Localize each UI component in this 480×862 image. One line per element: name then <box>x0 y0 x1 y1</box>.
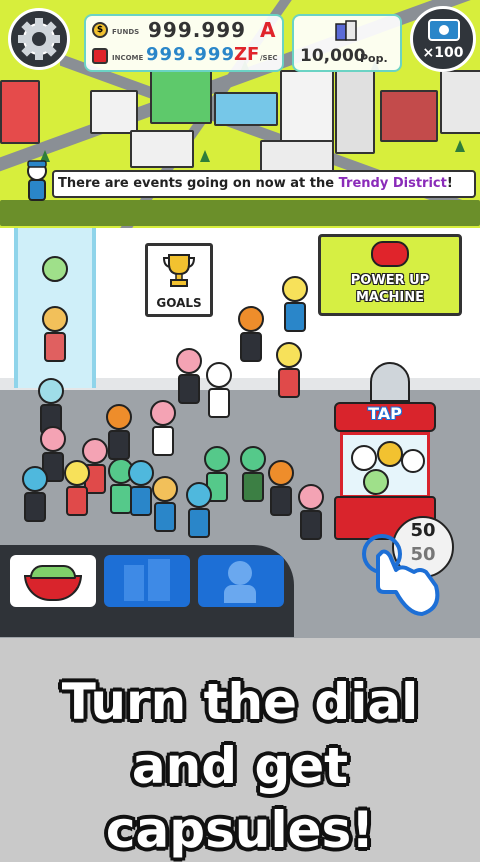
tap-label: TAP <box>368 404 402 423</box>
population-icon <box>335 20 357 41</box>
income-value: 999.999 <box>146 44 235 65</box>
gear-icon <box>18 18 60 60</box>
caption-line2: and get capsules! <box>105 737 375 859</box>
funds-income-panel: $ FUNDS 999.999 A INCOME 999.999 ZF /SEC <box>84 14 284 72</box>
capsule-window <box>340 432 430 498</box>
bottom-tab-bar <box>0 545 294 637</box>
tab-buildings[interactable] <box>104 555 190 607</box>
mascot-icon <box>27 160 47 201</box>
dial-button[interactable]: 50 50 <box>362 516 458 618</box>
power-up-line1: POWER UP <box>350 273 430 288</box>
person-icon <box>228 561 252 585</box>
customer-crowd <box>0 270 340 540</box>
funds-value: 999.999 <box>148 18 247 42</box>
power-up-capsule <box>371 241 409 267</box>
coin-icon: $ <box>92 22 108 38</box>
ticket-button[interactable]: ×100 <box>410 6 476 72</box>
population-unit: Pop. <box>360 52 388 65</box>
income-label: INCOME <box>112 54 144 62</box>
funds-label: FUNDS <box>112 28 140 36</box>
banner-suffix: ! <box>446 176 453 191</box>
income-icon <box>92 48 108 64</box>
tab-gacha[interactable] <box>10 555 96 607</box>
caption-line1: Turn the dial <box>61 673 419 731</box>
power-up-line2: MACHINE <box>355 290 424 305</box>
population-panel: 10,000 Pop. <box>292 14 402 72</box>
funds-unit: A <box>260 18 277 42</box>
event-banner[interactable]: There are events going on now at the Tre… <box>52 170 476 198</box>
income-unit: ZF <box>234 44 260 65</box>
banner-district: Trendy District <box>338 176 447 191</box>
promo-caption: Turn the dial and get capsules! <box>0 670 480 862</box>
ticket-count: ×100 <box>422 45 464 61</box>
banner-text: There are events going on now at the <box>58 176 339 191</box>
population-value: 10,000 <box>300 46 366 66</box>
settings-button[interactable] <box>8 8 70 70</box>
income-per: /SEC <box>260 54 278 62</box>
buildings-icon <box>124 565 144 601</box>
tab-people[interactable] <box>198 555 284 607</box>
ticket-icon <box>428 19 460 41</box>
hand-pointer-icon <box>362 534 440 616</box>
machine-pipe <box>370 362 410 402</box>
